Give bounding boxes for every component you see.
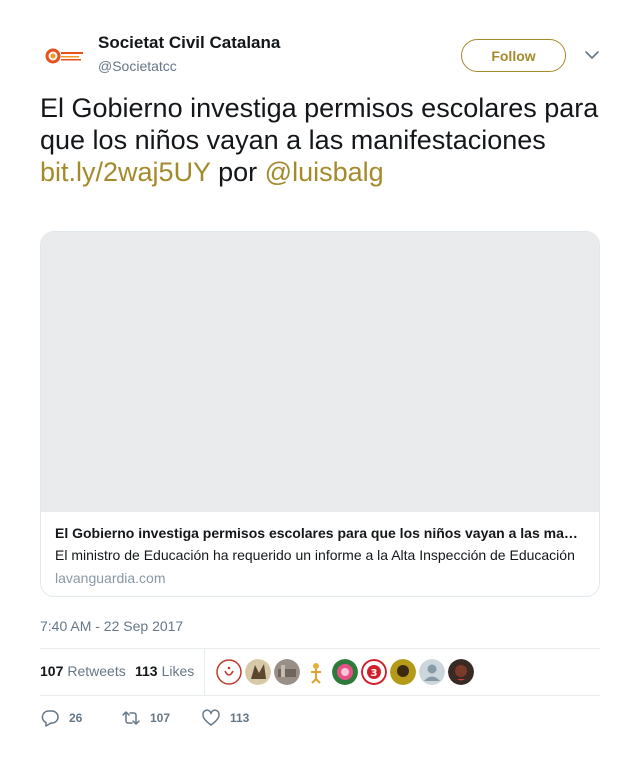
- reply-count: 26: [69, 711, 83, 725]
- tweet-body: El Gobierno investiga permisos escolares…: [40, 93, 599, 155]
- retweet-action[interactable]: 107: [121, 708, 170, 728]
- user-handle[interactable]: @Societatcc: [98, 58, 177, 74]
- avatar[interactable]: [40, 33, 88, 81]
- display-name[interactable]: Societat Civil Catalana: [98, 33, 280, 53]
- liker-avatar[interactable]: [303, 659, 329, 685]
- retweet-icon[interactable]: [121, 708, 141, 728]
- tweet-connector: por: [218, 157, 258, 187]
- divider: [40, 695, 600, 696]
- reply-action[interactable]: 26: [40, 708, 82, 728]
- likes-count: 113: [135, 663, 158, 679]
- liker-avatar[interactable]: [448, 659, 474, 685]
- likes-label: Likes: [161, 663, 195, 679]
- chevron-down-icon[interactable]: [582, 46, 602, 64]
- tweet-text: El Gobierno investiga permisos escolares…: [40, 92, 600, 188]
- like-action[interactable]: 113: [201, 708, 249, 728]
- retweet-count: 107: [150, 711, 171, 725]
- liker-avatar[interactable]: 3: [361, 659, 387, 685]
- card-title[interactable]: El Gobierno investiga permisos escolares…: [55, 525, 585, 541]
- liker-avatar[interactable]: [332, 659, 358, 685]
- follow-button[interactable]: Follow: [461, 39, 566, 72]
- liker-avatar[interactable]: [274, 659, 300, 685]
- liker-avatar[interactable]: [216, 659, 242, 685]
- liker-avatar[interactable]: [245, 659, 271, 685]
- retweets-label: Retweets: [67, 663, 126, 679]
- card-image[interactable]: [41, 232, 599, 512]
- divider: [40, 648, 600, 649]
- card-domain: lavanguardia.com: [55, 570, 166, 586]
- retweets-count: 107: [40, 663, 64, 679]
- card-description: El ministro de Educación ha requerido un…: [55, 547, 575, 563]
- timestamp[interactable]: 7:40 AM - 22 Sep 2017: [40, 618, 183, 634]
- liker-avatar[interactable]: [419, 659, 445, 685]
- likes-stat[interactable]: 113 Likes: [135, 663, 194, 679]
- reply-icon[interactable]: [40, 708, 60, 728]
- retweets-stat[interactable]: 107 Retweets: [40, 663, 126, 679]
- like-count: 113: [230, 711, 250, 725]
- svg-text:3: 3: [371, 668, 378, 679]
- link-card[interactable]: El Gobierno investiga permisos escolares…: [40, 231, 600, 597]
- tweet-mention[interactable]: @luisbalg: [265, 157, 384, 187]
- heart-icon[interactable]: [201, 708, 221, 728]
- tweet-link[interactable]: bit.ly/2waj5UY: [40, 157, 211, 187]
- liker-avatar[interactable]: [390, 659, 416, 685]
- liker-avatars: 3: [216, 659, 474, 685]
- stats-separator: [204, 649, 205, 695]
